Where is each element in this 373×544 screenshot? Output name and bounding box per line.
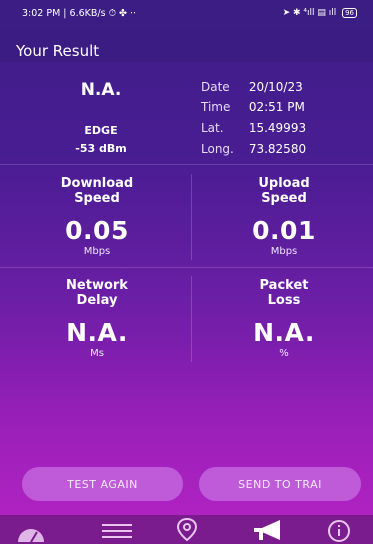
meta-value: 73.82580 [248, 142, 307, 156]
loss-value: N.A. [253, 318, 315, 347]
loss-label-line2: Loss [267, 293, 301, 308]
nav-list[interactable] [100, 518, 134, 542]
upload-label-line2: Speed [261, 191, 307, 206]
nav-location[interactable] [170, 517, 204, 542]
summary-panel: N.A. EDGE -53 dBm Date 20/10/23 Time 02:… [0, 66, 373, 166]
speedometer-icon [18, 529, 44, 543]
meta-key: Time [201, 100, 231, 114]
delay-label-line1: Network [66, 278, 128, 293]
signal-strength: -53 dBm [75, 142, 127, 155]
status-signal-icons: ➤ ✱ ⁴ıll ▤ ıll [282, 8, 337, 18]
loss-metric: Packet Loss N.A. % [191, 278, 373, 359]
meta-key: Lat. [201, 121, 224, 135]
upload-value: 0.01 [252, 216, 316, 245]
download-unit: Mbps [83, 246, 111, 257]
nav-info[interactable] [322, 518, 356, 542]
battery-icon: 96 [342, 8, 357, 18]
loss-label: Packet Loss [191, 278, 373, 308]
download-metric: Download Speed 0.05 Mbps [4, 176, 190, 257]
bottom-nav [0, 515, 373, 544]
info-icon [328, 520, 350, 542]
status-time-speed: 3:02 PM | 6.6KB/s [22, 8, 106, 19]
status-bar: 3:02 PM | 6.6KB/s ⏱ ✤ ⋅⋅ ➤ ✱ ⁴ıll ▤ ıll … [0, 0, 373, 30]
upload-metric: Upload Speed 0.01 Mbps [191, 176, 373, 257]
nav-report[interactable] [250, 518, 284, 542]
location-pin-icon [176, 517, 198, 542]
app-header: Your Result [0, 30, 373, 62]
loss-unit: % [279, 348, 289, 359]
delay-label-line2: Delay [76, 293, 118, 308]
delay-label: Network Delay [4, 278, 190, 308]
meta-value: 15.49993 [248, 121, 307, 135]
status-extra-icons: ⏱ ✤ ⋅⋅ [108, 8, 137, 19]
meta-row-lat: Lat. 15.49993 [201, 121, 371, 135]
meta-row-date: Date 20/10/23 [201, 80, 371, 94]
divider [0, 267, 373, 268]
meta-key: Date [201, 80, 230, 94]
connection-type: EDGE [84, 124, 118, 137]
loss-label-line1: Packet [259, 278, 309, 293]
list-icon [102, 524, 132, 538]
upload-label-line1: Upload [258, 176, 310, 191]
download-label-line2: Speed [74, 191, 120, 206]
meta-row-long: Long. 73.82580 [201, 142, 371, 156]
status-right: ➤ ✱ ⁴ıll ▤ ıll 96 [283, 8, 357, 18]
meta-value: 02:51 PM [248, 100, 305, 114]
delay-value: N.A. [66, 318, 128, 347]
meta-value: 20/10/23 [248, 80, 303, 94]
delay-unit: Ms [90, 348, 104, 359]
download-label: Download Speed [4, 176, 190, 206]
download-value: 0.05 [65, 216, 129, 245]
download-label-line1: Download [60, 176, 134, 191]
megaphone-icon [254, 520, 280, 540]
page-title: Your Result [16, 42, 100, 60]
network-type: N.A. [80, 80, 122, 100]
status-left: 3:02 PM | 6.6KB/s ⏱ ✤ ⋅⋅ [22, 8, 136, 19]
meta-key: Long. [201, 142, 234, 156]
upload-label: Upload Speed [191, 176, 373, 206]
divider [0, 164, 373, 165]
delay-metric: Network Delay N.A. Ms [4, 278, 190, 359]
meta-row-time: Time 02:51 PM [201, 100, 371, 114]
send-to-trai-button[interactable]: SEND TO TRAI [199, 467, 361, 501]
nav-speedometer[interactable] [14, 518, 48, 543]
result-screen: 3:02 PM | 6.6KB/s ⏱ ✤ ⋅⋅ ➤ ✱ ⁴ıll ▤ ıll … [0, 0, 373, 544]
test-again-button[interactable]: TEST AGAIN [22, 467, 183, 501]
upload-unit: Mbps [270, 246, 298, 257]
